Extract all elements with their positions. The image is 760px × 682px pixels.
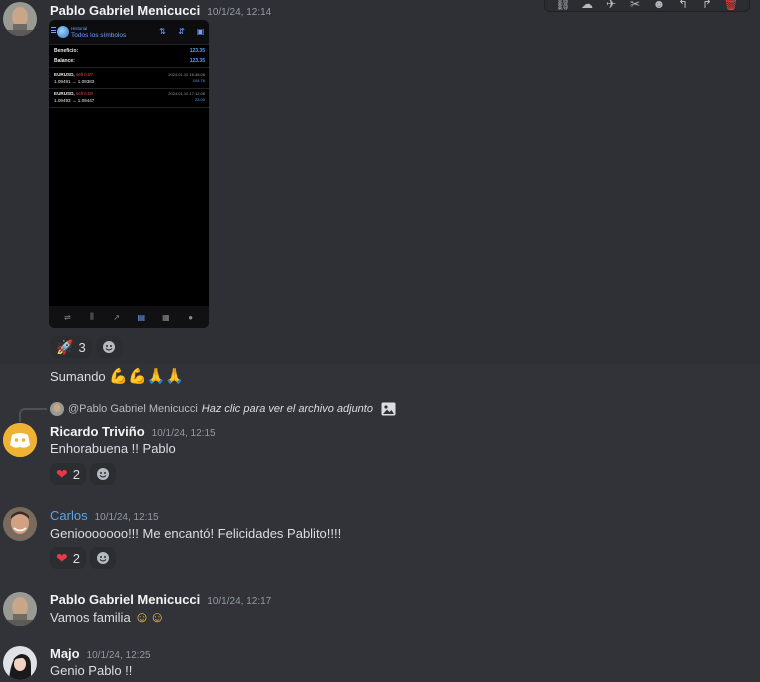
timestamp: 10/1/24, 12:25 [86, 650, 151, 661]
reply-hint[interactable]: Haz clic para ver el archivo adjunto [202, 403, 373, 415]
avatar-pablo-image [3, 2, 37, 36]
trade-icon: ↗ [113, 312, 120, 322]
message-header: Ricardo Triviño 10/1/24, 12:15 [50, 424, 216, 439]
heart-emoji: ❤ [56, 549, 68, 566]
message-content: Geniooooooo!!! Me encantó! Felicidades P… [50, 526, 342, 541]
emoji-icon[interactable]: ☻ [652, 0, 666, 11]
discord-default-avatar-icon [3, 423, 37, 457]
reply-icon[interactable]: ↰ [676, 0, 690, 11]
emoji: 💪💪🙏🙏 [109, 368, 184, 385]
message-header: Pablo Gabriel Menicucci 10/1/24, 12:14 [50, 3, 271, 18]
chart-icon: ⫼ [90, 312, 94, 321]
reaction-heart[interactable]: ❤ 2 [50, 547, 86, 569]
emoji: ☺☺ [134, 609, 165, 626]
message-header: Carlos 10/1/24, 12:15 [50, 508, 159, 523]
author-name[interactable]: Pablo Gabriel Menicucci [50, 3, 200, 18]
add-reaction-icon [96, 468, 109, 480]
author-name[interactable]: Majo [50, 646, 80, 661]
message-content: Enhorabuena !! Pablo [50, 441, 176, 456]
avatar-carlos-image [3, 507, 37, 541]
add-reaction-button[interactable] [89, 547, 116, 569]
reaction-count: 2 [72, 550, 80, 566]
author-name[interactable]: Ricardo Triviño [50, 424, 145, 439]
avatar[interactable] [3, 2, 37, 36]
trash-icon[interactable]: 🗑 [723, 0, 738, 11]
forward-icon[interactable]: ↱ [700, 0, 714, 11]
add-reaction-icon [102, 341, 115, 353]
app-bottom-nav: ⇌ ⫼ ↗ ▤ ▦ ● [49, 306, 209, 328]
timestamp: 10/1/24, 12:17 [207, 596, 272, 607]
avatar[interactable] [3, 423, 37, 457]
reply-avatar [50, 402, 64, 416]
avatar-majo-image [3, 646, 37, 680]
avatar[interactable] [3, 592, 37, 626]
quotes-icon: ⇌ [63, 312, 71, 322]
swap-icon: ⇵ [178, 27, 185, 36]
calendar-icon: ▣ [196, 27, 205, 36]
message-content: Sumando 💪💪🙏🙏 [50, 368, 184, 385]
menu-icon [51, 27, 56, 33]
sort-icon: ⇅ [159, 27, 166, 36]
message-header: Majo 10/1/24, 12:25 [50, 646, 151, 661]
divider [49, 44, 209, 45]
image-icon [381, 402, 396, 416]
timestamp: 10/1/24, 12:14 [207, 7, 272, 18]
add-reaction-button[interactable] [95, 336, 122, 358]
thread-icon[interactable]: ☁ [580, 0, 594, 11]
tag-icon[interactable]: ✂ [628, 0, 642, 11]
app-logo-icon [57, 26, 69, 38]
trade-row: EURUSD, sell 0.50 1.09493 → 1.09447 2024… [54, 91, 205, 103]
summary-row: Beneficio: 123.35 [54, 48, 205, 54]
message-content: Genio Pablo !! [50, 663, 133, 678]
message-header: Pablo Gabriel Menicucci 10/1/24, 12:17 [50, 592, 271, 607]
reaction-count: 3 [78, 339, 86, 355]
history-icon: ▤ [137, 312, 146, 322]
message-action-toolbar: ⛓ ☁ ✈ ✂ ☻ ↰ ↱ 🗑 [544, 0, 750, 12]
chat-icon: ● [188, 312, 194, 322]
reaction-count: 2 [72, 466, 80, 482]
divider [49, 88, 209, 89]
link-icon[interactable]: ⛓ [555, 0, 570, 11]
reactions: ❤ 2 [50, 547, 116, 569]
avatar[interactable] [3, 507, 37, 541]
reply-spine [19, 408, 47, 422]
timestamp: 10/1/24, 12:15 [151, 428, 216, 439]
app-title: Todos los símbolos [71, 32, 127, 39]
reply-mention[interactable]: @Pablo Gabriel Menicucci [68, 403, 198, 415]
rocket-emoji: 🚀 [56, 338, 74, 355]
avatar[interactable] [3, 646, 37, 680]
reply-reference[interactable]: @Pablo Gabriel Menicucci Haz clic para v… [50, 402, 396, 416]
reaction-heart[interactable]: ❤ 2 [50, 463, 86, 485]
author-name[interactable]: Pablo Gabriel Menicucci [50, 592, 200, 607]
divider [49, 67, 209, 68]
news-icon: ▦ [162, 312, 170, 322]
trade-row: EURUSD, sell 0.97 1.09491 → 1.09383 2024… [54, 72, 205, 84]
add-reaction-button[interactable] [89, 463, 116, 485]
timestamp: 10/1/24, 12:15 [94, 512, 159, 523]
add-reaction-icon [96, 552, 109, 564]
divider [49, 107, 209, 108]
avatar-pablo-image [3, 592, 37, 626]
reactions: 🚀 3 [50, 336, 122, 358]
app-subtitle: Historial [71, 26, 88, 31]
pin-icon[interactable]: ✈ [604, 0, 618, 11]
heart-emoji: ❤ [56, 465, 68, 482]
reaction-rocket[interactable]: 🚀 3 [50, 336, 92, 358]
author-name[interactable]: Carlos [50, 508, 88, 523]
image-attachment[interactable]: Historial Todos los símbolos ⇅ ⇵ ▣ Benef… [49, 20, 209, 328]
app-header-icons: ⇅ ⇵ ▣ [158, 27, 205, 36]
summary-row: Balance: 123.35 [54, 58, 205, 64]
message-content: Vamos familia ☺☺ [50, 609, 165, 626]
reactions: ❤ 2 [50, 463, 116, 485]
